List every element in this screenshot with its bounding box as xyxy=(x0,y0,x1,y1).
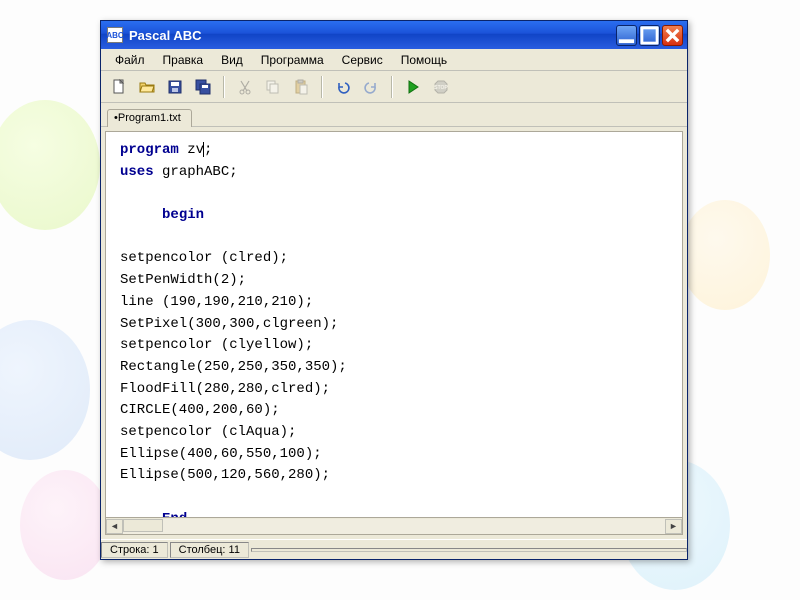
scroll-left-button[interactable]: ◄ xyxy=(106,519,123,534)
document-tab[interactable]: •Program1.txt xyxy=(107,109,192,127)
window-title: Pascal ABC xyxy=(129,28,614,43)
new-file-button[interactable] xyxy=(107,75,131,99)
app-icon: ABC xyxy=(107,27,123,43)
cut-button[interactable] xyxy=(233,75,257,99)
toolbar-separator xyxy=(321,76,323,98)
svg-text:STOP: STOP xyxy=(434,85,448,91)
paste-button[interactable] xyxy=(289,75,313,99)
menu-help[interactable]: Помощь xyxy=(393,51,455,69)
toolbar-separator xyxy=(391,76,393,98)
stop-button[interactable]: STOP xyxy=(429,75,453,99)
status-col-value: 11 xyxy=(229,544,240,556)
scroll-track[interactable] xyxy=(123,519,665,534)
menubar: Файл Правка Вид Программа Сервис Помощь xyxy=(101,49,687,71)
toolbar-separator xyxy=(223,76,225,98)
menu-edit[interactable]: Правка xyxy=(155,51,212,69)
run-button[interactable] xyxy=(401,75,425,99)
close-button[interactable] xyxy=(662,25,683,46)
document-tabbar: •Program1.txt xyxy=(101,103,687,127)
app-window: ABC Pascal ABC Файл Правка Вид Программа… xyxy=(100,20,688,560)
status-row: Строка: 1 xyxy=(101,542,168,558)
editor-area: program zv;uses graphABC; begin setpenco… xyxy=(101,127,687,539)
copy-button[interactable] xyxy=(261,75,285,99)
open-file-button[interactable] xyxy=(135,75,159,99)
save-all-button[interactable] xyxy=(191,75,215,99)
menu-view[interactable]: Вид xyxy=(213,51,251,69)
statusbar: Строка: 1 Столбец: 11 xyxy=(101,539,687,559)
menu-program[interactable]: Программа xyxy=(253,51,332,69)
scroll-thumb[interactable] xyxy=(123,519,163,532)
redo-button[interactable] xyxy=(359,75,383,99)
status-row-label: Строка: xyxy=(110,544,149,556)
save-button[interactable] xyxy=(163,75,187,99)
horizontal-scrollbar[interactable]: ◄ ► xyxy=(105,518,683,535)
titlebar[interactable]: ABC Pascal ABC xyxy=(101,21,687,49)
minimize-button[interactable] xyxy=(616,25,637,46)
status-row-value: 1 xyxy=(153,544,159,556)
status-col-label: Столбец: xyxy=(179,544,226,556)
menu-service[interactable]: Сервис xyxy=(334,51,391,69)
menu-file[interactable]: Файл xyxy=(107,51,153,69)
maximize-button[interactable] xyxy=(639,25,660,46)
toolbar: STOP xyxy=(101,71,687,103)
code-editor[interactable]: program zv;uses graphABC; begin setpenco… xyxy=(105,131,683,518)
status-col: Столбец: 11 xyxy=(170,542,249,558)
status-spacer xyxy=(251,548,687,552)
undo-button[interactable] xyxy=(331,75,355,99)
scroll-right-button[interactable]: ► xyxy=(665,519,682,534)
